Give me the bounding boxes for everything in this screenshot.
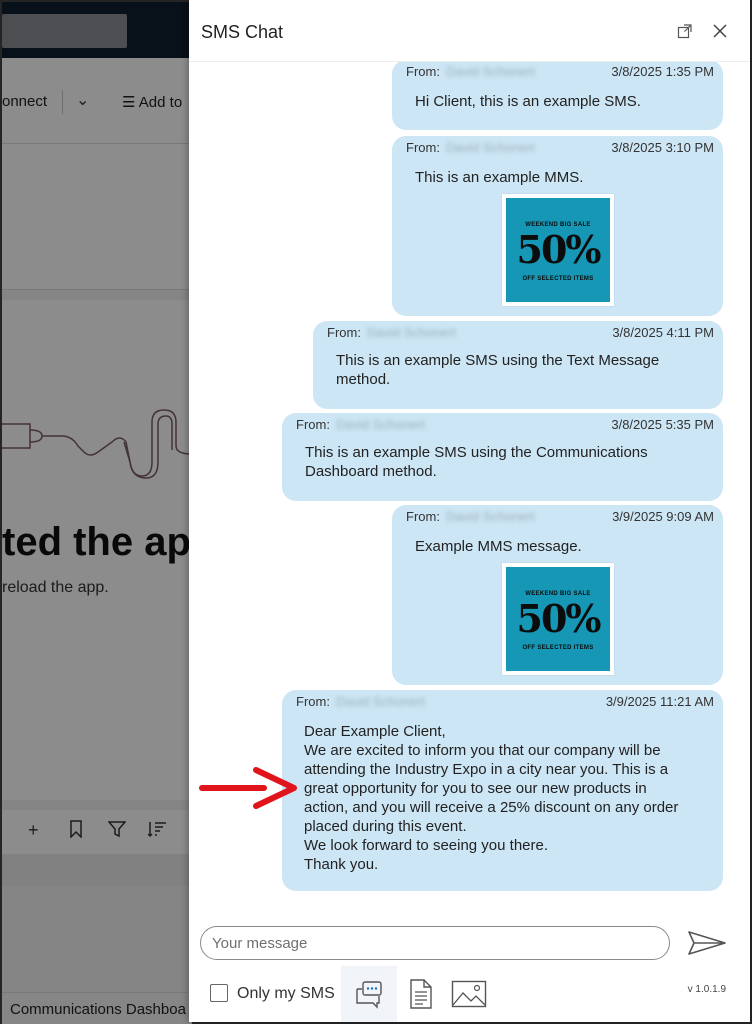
- message-input-wrapper: [200, 926, 670, 960]
- close-icon: [713, 24, 727, 38]
- expand-icon: [677, 24, 692, 39]
- message-bubble: From: David Schonert 3/8/2025 5:35 PM Thi…: [282, 413, 723, 501]
- sender-name: David Schonert: [366, 325, 456, 340]
- sms-template-icon: [356, 981, 382, 1009]
- send-button[interactable]: [685, 926, 729, 960]
- document-icon: [410, 979, 432, 1009]
- message-timestamp: 3/9/2025 11:21 AM: [605, 694, 714, 709]
- message-text: Example MMS message.: [415, 538, 582, 555]
- message-text: This is an example SMS using the Text Me…: [336, 352, 660, 388]
- message-bubble: From: David Schonert 3/8/2025 1:35 PM Hi …: [392, 62, 723, 130]
- composer-toolbar: Only my SMS v 1.0.1.9: [189, 966, 750, 1022]
- only-my-sms-label[interactable]: Only my SMS: [237, 985, 335, 1003]
- sender-name: David Schonert: [335, 417, 425, 432]
- image-icon: [451, 980, 487, 1008]
- message-bubble: From: David Schonert 3/9/2025 9:09 AM Exa…: [392, 505, 723, 685]
- sender-name: David Schonert: [445, 64, 535, 79]
- message-timestamp: 3/8/2025 5:35 PM: [611, 417, 714, 432]
- message-from: From: David Schonert: [406, 509, 535, 524]
- image-button[interactable]: [441, 966, 497, 1022]
- message-timestamp: 3/8/2025 1:35 PM: [611, 64, 714, 79]
- close-button[interactable]: [707, 18, 733, 44]
- message-from: From: David Schonert: [406, 64, 535, 79]
- mms-image[interactable]: WEEKEND BIG SALE 50% OFF SELECTED ITEMS: [502, 563, 614, 675]
- message-bubble: From: David Schonert 3/8/2025 4:11 PM Thi…: [313, 321, 723, 409]
- message-text: Hi Client, this is an example SMS.: [415, 93, 641, 110]
- message-input[interactable]: [212, 927, 652, 959]
- sender-name: David Schonert: [445, 509, 535, 524]
- panel-header: SMS Chat: [189, 0, 750, 62]
- message-bubble: From: David Schonert 3/9/2025 11:21 AM De…: [282, 690, 723, 891]
- message-timestamp: 3/9/2025 9:09 AM: [612, 509, 714, 524]
- panel-title: SMS Chat: [201, 22, 284, 42]
- sms-chat-panel: SMS Chat From: David Schonert 3/8/2025 1:…: [189, 0, 750, 1022]
- message-text: This is an example MMS.: [415, 169, 584, 186]
- message-from: From: David Schonert: [296, 417, 425, 432]
- send-icon: [688, 931, 726, 955]
- message-text: This is an example SMS using the Communi…: [305, 444, 648, 480]
- promo-bottom-text: OFF SELECTED ITEMS: [522, 276, 594, 282]
- expand-button[interactable]: [672, 18, 698, 44]
- message-timestamp: 3/8/2025 3:10 PM: [611, 140, 714, 155]
- sms-template-button[interactable]: [341, 966, 397, 1022]
- sender-name: David Schonert: [335, 694, 425, 709]
- only-my-sms-checkbox[interactable]: [210, 984, 228, 1002]
- promo-image: WEEKEND BIG SALE 50% OFF SELECTED ITEMS: [506, 567, 610, 671]
- message-bubble: From: David Schonert 3/8/2025 3:10 PM Thi…: [392, 136, 723, 316]
- promo-big-text: 50%: [516, 596, 602, 641]
- message-from: From: David Schonert: [406, 140, 535, 155]
- promo-bottom-text: OFF SELECTED ITEMS: [522, 645, 594, 651]
- annotation-arrow-icon: [199, 767, 297, 809]
- mms-image[interactable]: WEEKEND BIG SALE 50% OFF SELECTED ITEMS: [502, 194, 614, 306]
- message-timestamp: 3/8/2025 4:11 PM: [612, 325, 714, 340]
- sender-name: David Schonert: [445, 140, 535, 155]
- promo-big-text: 50%: [516, 227, 602, 272]
- version-label: v 1.0.1.9: [687, 984, 726, 995]
- message-text: Dear Example Client, We are excited to i…: [304, 723, 679, 873]
- message-from: From: David Schonert: [327, 325, 456, 340]
- promo-image: WEEKEND BIG SALE 50% OFF SELECTED ITEMS: [506, 198, 610, 302]
- message-from: From: David Schonert: [296, 694, 425, 709]
